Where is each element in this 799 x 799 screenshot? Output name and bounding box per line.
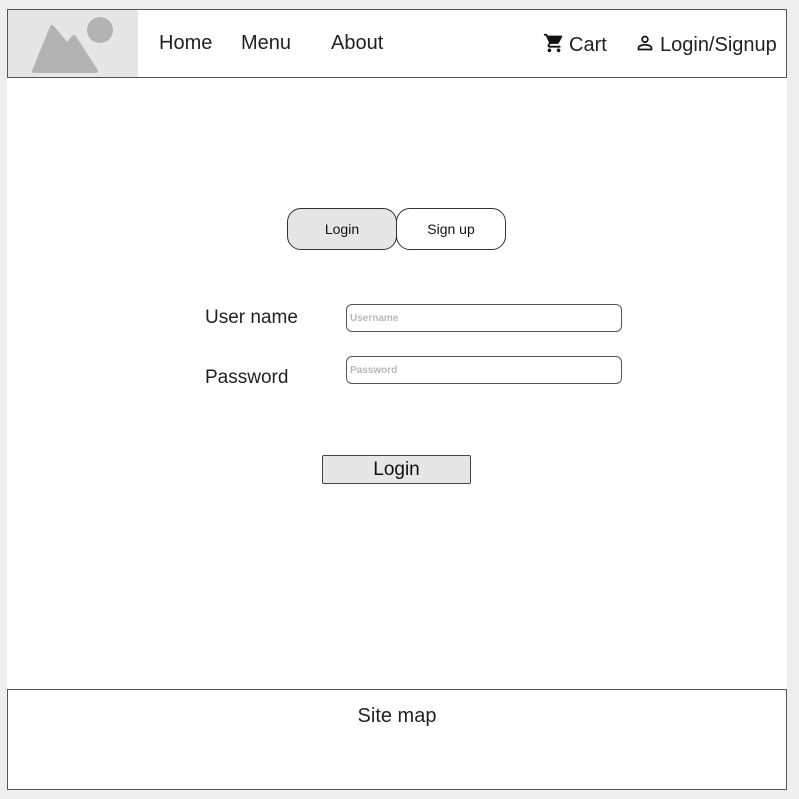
tab-signup[interactable]: Sign up <box>396 208 506 250</box>
cart-icon <box>543 33 563 53</box>
password-label: Password <box>205 367 289 388</box>
login-button[interactable]: Login <box>322 455 471 484</box>
nav-home-link[interactable]: Home <box>159 32 212 55</box>
username-label: User name <box>205 307 298 328</box>
header-bar: Home Menu About Cart Login/Signup <box>7 9 787 78</box>
tab-login[interactable]: Login <box>287 208 397 250</box>
footer: Site map <box>7 689 787 790</box>
user-icon <box>637 35 653 51</box>
password-field[interactable] <box>346 356 622 384</box>
site-map-link[interactable]: Site map <box>8 705 786 728</box>
cart-link[interactable]: Cart <box>543 32 607 57</box>
logo[interactable] <box>8 10 138 77</box>
username-field[interactable] <box>346 304 622 332</box>
page-frame: Home Menu About Cart Login/Signup Login … <box>7 9 787 790</box>
nav-menu-link[interactable]: Menu <box>241 32 291 55</box>
login-signup-label: Login/Signup <box>660 34 777 56</box>
login-signup-link[interactable]: Login/Signup <box>634 32 777 57</box>
image-placeholder-icon <box>32 17 113 73</box>
cart-label: Cart <box>569 34 607 56</box>
nav-about-link[interactable]: About <box>331 32 383 55</box>
